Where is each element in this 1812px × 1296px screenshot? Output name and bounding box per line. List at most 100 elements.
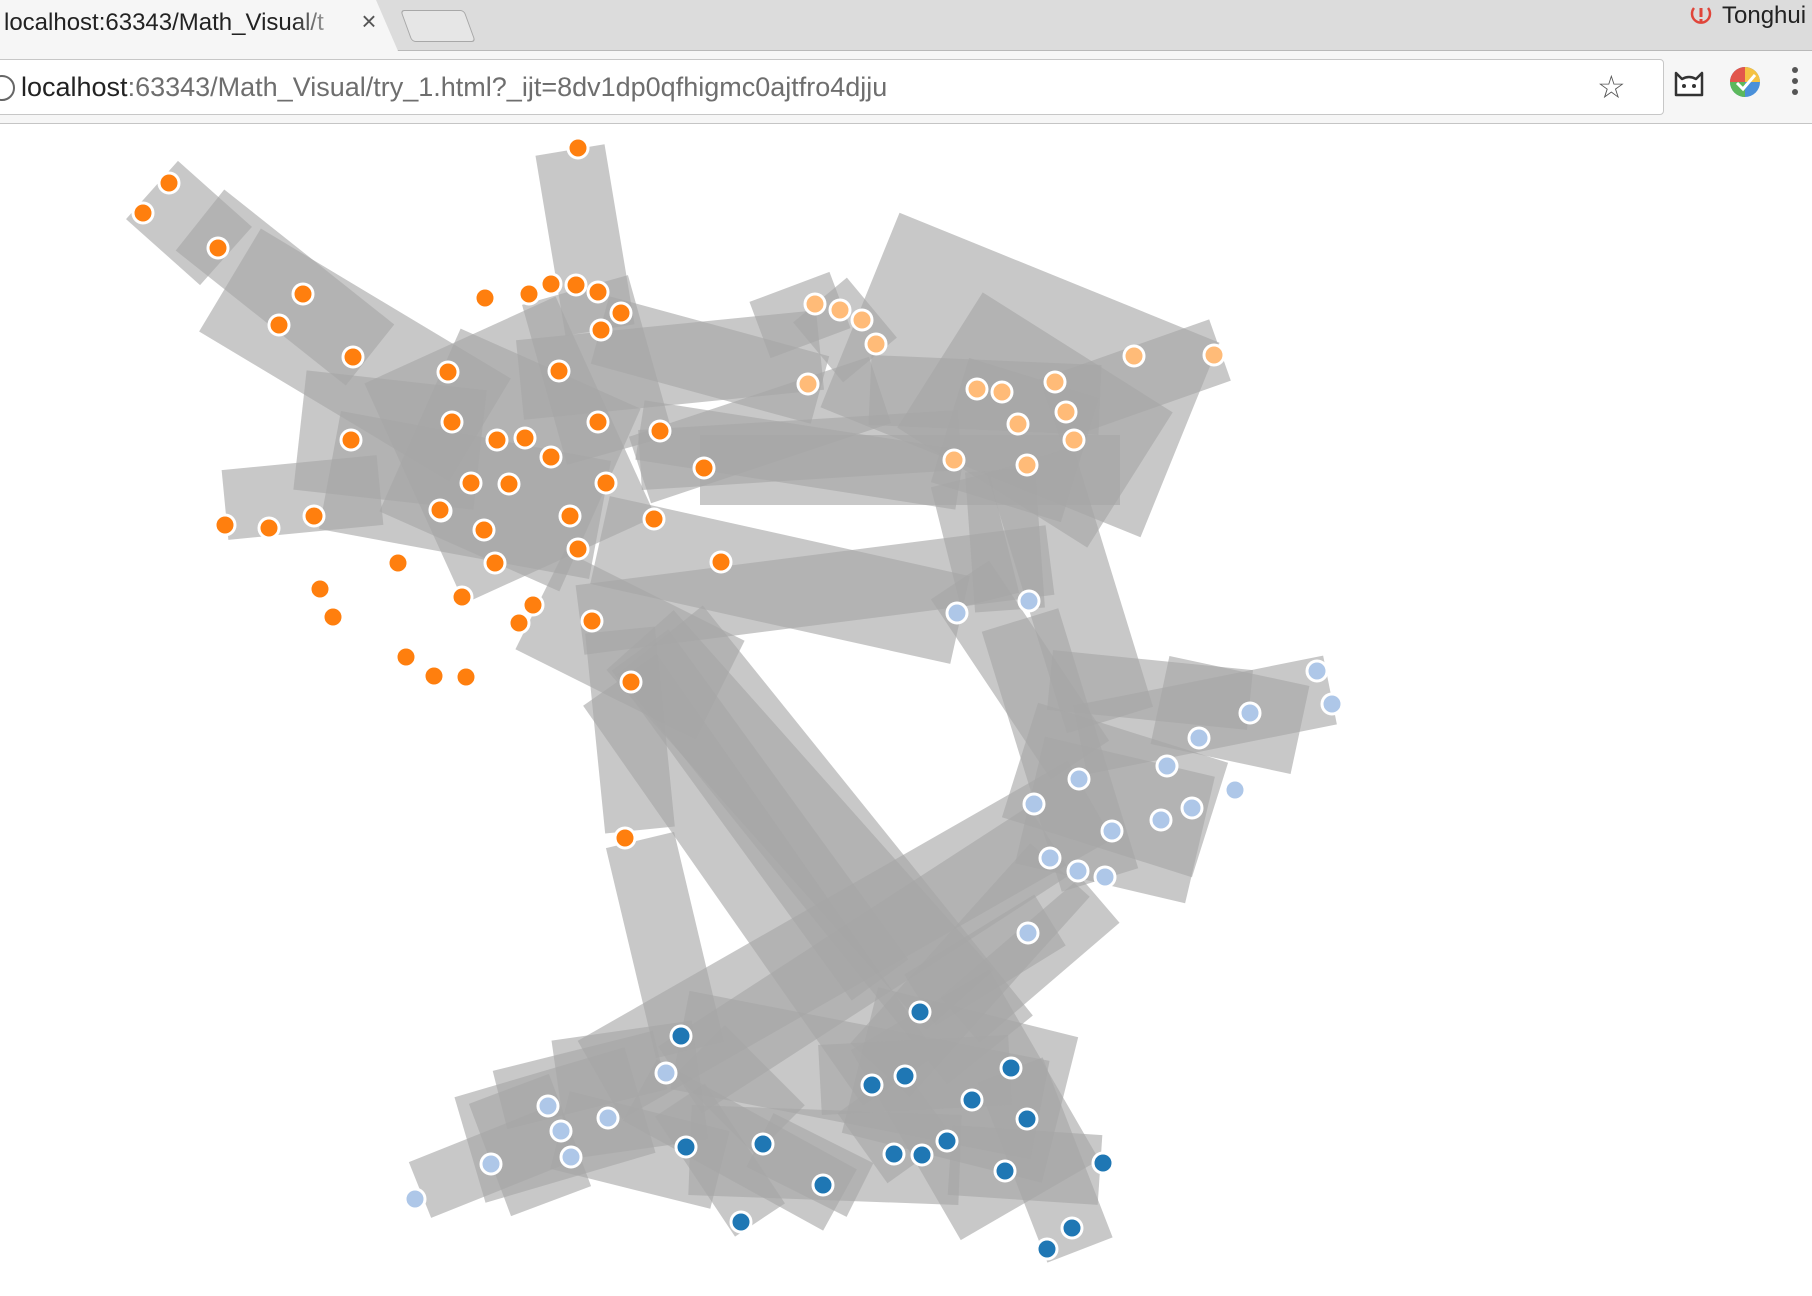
graph-node-group-4[interactable] xyxy=(811,1173,835,1197)
graph-node-group-1[interactable] xyxy=(564,273,588,297)
graph-node-group-3[interactable] xyxy=(1038,846,1062,870)
graph-node-group-1[interactable] xyxy=(547,359,571,383)
graph-node-group-2[interactable] xyxy=(1122,344,1146,368)
cat-extension-icon[interactable] xyxy=(1672,65,1706,99)
graph-node-group-4[interactable] xyxy=(1060,1216,1084,1240)
graph-node-group-1[interactable] xyxy=(450,585,474,609)
graph-node-group-4[interactable] xyxy=(893,1064,917,1088)
graph-node-group-1[interactable] xyxy=(308,577,332,601)
graph-node-group-1[interactable] xyxy=(485,428,509,452)
graph-node-group-4[interactable] xyxy=(908,1000,932,1024)
graph-node-group-3[interactable] xyxy=(1100,819,1124,843)
graph-node-group-1[interactable] xyxy=(566,136,590,160)
graph-node-group-2[interactable] xyxy=(1006,412,1030,436)
graph-node-group-1[interactable] xyxy=(454,665,478,689)
graph-node-group-3[interactable] xyxy=(1022,792,1046,816)
graph-node-group-2[interactable] xyxy=(942,448,966,472)
graph-node-group-3[interactable] xyxy=(1180,796,1204,820)
color-picker-extension-icon[interactable] xyxy=(1728,65,1762,99)
graph-node-group-4[interactable] xyxy=(1035,1237,1059,1261)
graph-node-group-1[interactable] xyxy=(586,280,610,304)
graph-node-group-3[interactable] xyxy=(1066,859,1090,883)
url-text[interactable]: localhost:63343/Math_Visual/try_1.html?_… xyxy=(21,72,887,103)
graph-node-group-1[interactable] xyxy=(422,664,446,688)
graph-node-group-2[interactable] xyxy=(864,332,888,356)
graph-node-group-4[interactable] xyxy=(935,1129,959,1153)
graph-node-group-3[interactable] xyxy=(1305,659,1329,683)
graph-node-group-1[interactable] xyxy=(341,345,365,369)
graph-node-group-4[interactable] xyxy=(1015,1107,1039,1131)
graph-node-group-1[interactable] xyxy=(513,426,537,450)
graph-node-group-4[interactable] xyxy=(910,1143,934,1167)
graph-node-group-4[interactable] xyxy=(1091,1151,1115,1175)
address-bar[interactable]: localhost:63343/Math_Visual/try_1.html?_… xyxy=(0,59,1664,115)
graph-node-group-1[interactable] xyxy=(648,419,672,443)
graph-node-group-1[interactable] xyxy=(580,609,604,633)
graph-node-group-1[interactable] xyxy=(507,611,531,635)
new-tab-button[interactable] xyxy=(400,10,476,42)
graph-node-group-3[interactable] xyxy=(559,1145,583,1169)
graph-node-group-1[interactable] xyxy=(394,645,418,669)
graph-node-group-2[interactable] xyxy=(796,372,820,396)
graph-node-group-3[interactable] xyxy=(1223,778,1247,802)
graph-node-group-1[interactable] xyxy=(291,282,315,306)
graph-node-group-2[interactable] xyxy=(1062,428,1086,452)
graph-node-group-3[interactable] xyxy=(654,1061,678,1085)
graph-node-group-3[interactable] xyxy=(1149,808,1173,832)
graph-node-group-1[interactable] xyxy=(473,286,497,310)
graph-node-group-2[interactable] xyxy=(1043,370,1067,394)
graph-node-group-4[interactable] xyxy=(860,1073,884,1097)
graph-node-group-2[interactable] xyxy=(990,380,1014,404)
graph-node-group-1[interactable] xyxy=(483,551,507,575)
graph-node-group-1[interactable] xyxy=(386,551,410,575)
graph-node-group-3[interactable] xyxy=(1238,701,1262,725)
graph-node-group-2[interactable] xyxy=(1054,400,1078,424)
graph-node-group-3[interactable] xyxy=(549,1119,573,1143)
graph-node-group-1[interactable] xyxy=(642,507,666,531)
graph-node-group-3[interactable] xyxy=(945,601,969,625)
graph-node-group-1[interactable] xyxy=(472,518,496,542)
graph-node-group-1[interactable] xyxy=(459,471,483,495)
graph-node-group-1[interactable] xyxy=(586,410,610,434)
graph-node-group-1[interactable] xyxy=(497,472,521,496)
graph-node-group-1[interactable] xyxy=(302,504,326,528)
graph-node-group-3[interactable] xyxy=(1320,692,1344,716)
graph-node-group-3[interactable] xyxy=(1155,754,1179,778)
graph-node-group-1[interactable] xyxy=(321,605,345,629)
graph-node-group-4[interactable] xyxy=(669,1024,693,1048)
graph-node-group-1[interactable] xyxy=(558,504,582,528)
graph-node-group-2[interactable] xyxy=(803,292,827,316)
graph-node-group-1[interactable] xyxy=(594,471,618,495)
graph-node-group-1[interactable] xyxy=(521,593,545,617)
graph-node-group-2[interactable] xyxy=(1015,453,1039,477)
tab-close-icon[interactable]: × xyxy=(356,8,382,34)
graph-node-group-1[interactable] xyxy=(619,670,643,694)
graph-node-group-1[interactable] xyxy=(436,360,460,384)
graph-node-group-3[interactable] xyxy=(1093,865,1117,889)
graph-node-group-1[interactable] xyxy=(613,826,637,850)
graph-node-group-1[interactable] xyxy=(206,236,230,260)
active-tab[interactable]: localhost:63343/Math_Visual/t × xyxy=(0,0,398,51)
graph-node-group-1[interactable] xyxy=(609,301,633,325)
graph-node-group-1[interactable] xyxy=(566,537,590,561)
graph-node-group-3[interactable] xyxy=(403,1187,427,1211)
graph-node-group-4[interactable] xyxy=(751,1132,775,1156)
graph-node-group-2[interactable] xyxy=(965,377,989,401)
kebab-menu-icon[interactable] xyxy=(1792,67,1798,97)
graph-node-group-2[interactable] xyxy=(850,308,874,332)
graph-node-group-3[interactable] xyxy=(1187,726,1211,750)
graph-node-group-2[interactable] xyxy=(828,298,852,322)
graph-node-group-3[interactable] xyxy=(1016,921,1040,945)
graph-node-group-3[interactable] xyxy=(479,1152,503,1176)
graph-node-group-1[interactable] xyxy=(131,201,155,225)
bookmark-star-icon[interactable]: ☆ xyxy=(1597,68,1626,106)
graph-node-group-1[interactable] xyxy=(692,456,716,480)
graph-node-group-1[interactable] xyxy=(539,272,563,296)
graph-node-group-1[interactable] xyxy=(339,428,363,452)
graph-node-group-4[interactable] xyxy=(993,1159,1017,1183)
graph-node-group-1[interactable] xyxy=(589,318,613,342)
graph-node-group-1[interactable] xyxy=(428,498,452,522)
graph-node-group-1[interactable] xyxy=(157,171,181,195)
graph-node-group-4[interactable] xyxy=(999,1056,1023,1080)
graph-node-group-4[interactable] xyxy=(674,1135,698,1159)
